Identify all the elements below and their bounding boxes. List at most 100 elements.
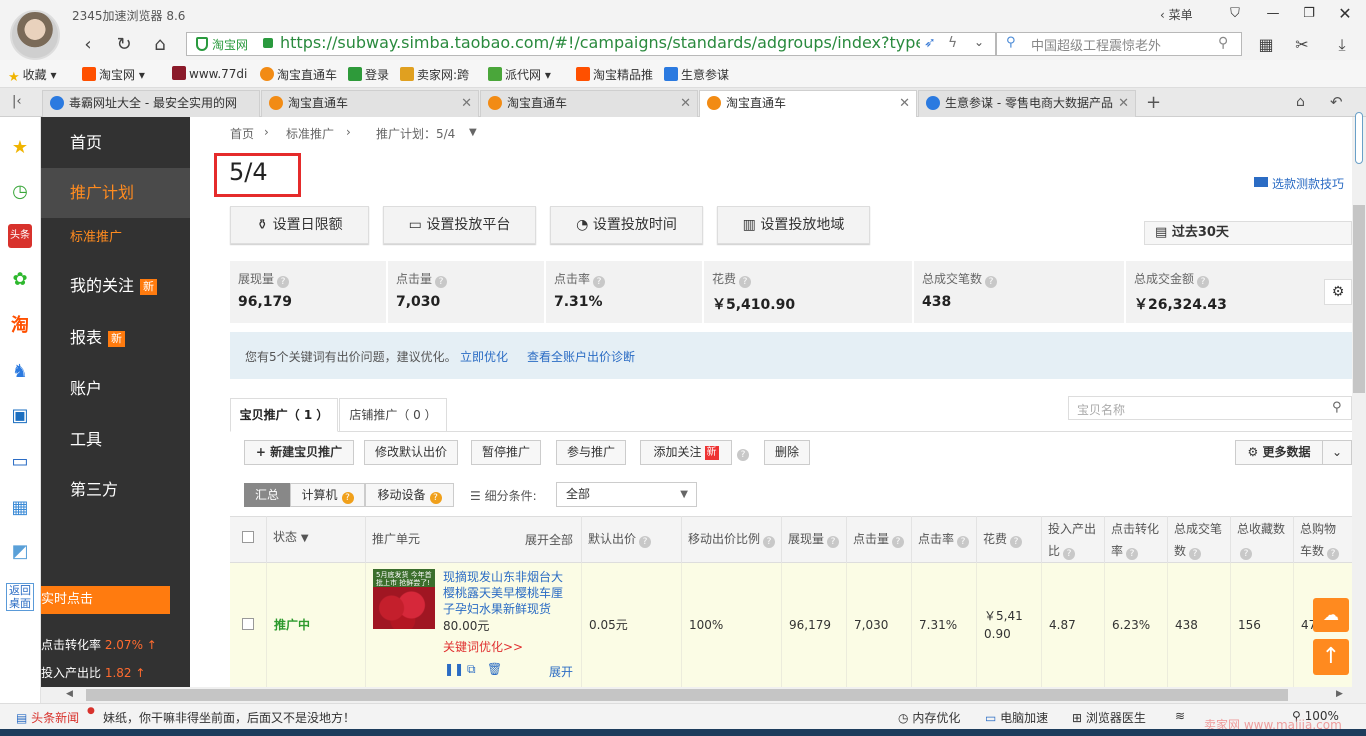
video-icon[interactable]: ▣ [8, 404, 32, 428]
breadcrumb-standard[interactable]: 标准推广 [286, 125, 334, 142]
bid-diagnosis-link[interactable]: 查看全账户出价诊断 [527, 348, 635, 365]
tab-ztc-2[interactable]: 淘宝直通车 ✕ [480, 90, 698, 117]
bookmark-taobao[interactable]: 淘宝网 ▾ [82, 66, 145, 83]
filter-select[interactable]: 全部 ▼ [556, 482, 697, 507]
column-status[interactable]: 状态 ▼ [266, 516, 365, 563]
search-icon[interactable]: ⚲ [1332, 400, 1342, 415]
bookmark-taobao-jp[interactable]: 淘宝精品推 [576, 66, 653, 83]
copy-icon[interactable]: ⧉ [467, 663, 479, 675]
join-button[interactable]: 参与推广 [556, 440, 626, 465]
tab-duba[interactable]: 毒霸网址大全 - 最安全实用的网 [42, 90, 260, 117]
column-cvr[interactable]: 点击转化率? [1104, 516, 1167, 563]
close-tab-icon[interactable]: ✕ [680, 91, 691, 116]
apps-icon[interactable]: ▦ [1254, 34, 1278, 56]
bookmark-ztc[interactable]: 淘宝直通车 [260, 66, 337, 83]
scroll-right-icon[interactable]: ▶ [1336, 689, 1343, 699]
help-icon[interactable]: ? [1197, 276, 1210, 288]
breadcrumb-campaign[interactable]: 推广计划：5/4 [376, 125, 455, 142]
select-all-checkbox[interactable] [242, 531, 254, 543]
user-avatar[interactable] [10, 10, 60, 60]
daily-budget-button[interactable]: ⚱ 设置日限额 [230, 206, 369, 244]
sidebar-item-standard[interactable]: 标准推广 [41, 218, 190, 258]
sidebar-item-home[interactable]: 首页 [41, 118, 190, 168]
item-search-input[interactable]: 宝贝名称 [1068, 396, 1352, 420]
row-checkbox[interactable] [242, 618, 254, 630]
tab-ztc-active[interactable]: 淘宝直通车 ✕ [699, 90, 917, 118]
expand-all-link[interactable]: 展开全部 [525, 531, 573, 548]
menu-button[interactable]: ‹ 菜单 [1160, 6, 1193, 23]
game-icon[interactable]: ♞ [8, 360, 32, 384]
column-orders[interactable]: 总成交笔数? [1167, 516, 1230, 563]
add-follow-button[interactable]: 添加关注新 [640, 440, 732, 465]
breadcrumb-home[interactable]: 首页 [230, 125, 254, 142]
filter-mobile[interactable]: 移动设备? [365, 483, 454, 507]
tab-list-icon[interactable]: ⌂ [1296, 94, 1305, 110]
search-submit-icon[interactable]: ⚲ [1218, 35, 1228, 51]
expand-link[interactable]: 展开 [549, 663, 573, 680]
help-icon[interactable]: ? [985, 276, 998, 288]
filter-computer[interactable]: 计算机? [290, 483, 365, 507]
date-range-select[interactable]: ▤ 过去30天 [1144, 221, 1352, 245]
column-ctr[interactable]: 点击率? [911, 516, 976, 563]
bookmark-sycm[interactable]: 生意参谋 [664, 66, 729, 83]
optimize-now-link[interactable]: 立即优化 [460, 348, 508, 365]
row-default-bid[interactable]: 0.05元 [581, 563, 681, 687]
close-tab-icon[interactable]: ✕ [461, 91, 472, 116]
history-clock-icon[interactable]: ◷ [8, 180, 32, 204]
home-icon[interactable]: ⌂ [148, 34, 172, 56]
caret-down-icon[interactable]: ▼ [469, 127, 477, 138]
column-cart[interactable]: 总购物车数? [1293, 516, 1352, 563]
download-manager-icon[interactable]: ≋ [1175, 709, 1185, 723]
back-to-desktop-button[interactable]: 返回 桌面 [6, 583, 34, 611]
toutiao-icon[interactable]: 头条 [8, 224, 32, 248]
chevron-down-icon[interactable]: ⌄ [974, 35, 984, 49]
product-thumbnail[interactable]: 5月底发货 今年首批上市 抢鲜尝了! [373, 569, 435, 629]
more-data-button[interactable]: ⚙ 更多数据 [1235, 440, 1323, 465]
refresh-icon[interactable]: ↻ [112, 34, 136, 56]
news-label[interactable]: ▤ 头条新闻 [16, 709, 79, 726]
new-item-promotion-button[interactable]: + 新建宝贝推广 [244, 440, 354, 465]
region-button[interactable]: ▥ 设置投放地域 [717, 206, 870, 244]
wechat-icon[interactable]: ✿ [8, 268, 32, 292]
page-title[interactable]: 5/4 [229, 158, 268, 186]
sidebar-item-campaign[interactable]: 推广计划 [41, 168, 190, 218]
delete-button[interactable]: 删除 [764, 440, 810, 465]
back-icon[interactable]: ‹ [76, 34, 100, 56]
sidebar-toggle-icon[interactable]: |‹ [12, 94, 22, 109]
gear-icon[interactable]: ⚙ [1324, 279, 1352, 305]
skin-icon[interactable]: ⛉ [1224, 4, 1246, 24]
url-text[interactable]: https://subway.simba.taobao.com/#!/campa… [280, 33, 920, 53]
back-to-top-icon[interactable]: ↑ [1313, 639, 1349, 675]
customer-service-icon[interactable]: ☁ [1313, 598, 1349, 632]
trash-icon[interactable]: 🗑 [487, 663, 502, 675]
undo-icon[interactable]: ↶ [1330, 93, 1343, 111]
edit-default-bid-button[interactable]: 修改默认出价 [364, 440, 458, 465]
vertical-scroll-thumb[interactable] [1353, 205, 1365, 393]
column-impressions[interactable]: 展现量? [781, 516, 846, 563]
pause-icon[interactable]: ❚❚ [444, 663, 464, 675]
help-icon[interactable]: ? [277, 276, 290, 288]
favorites-star-icon[interactable]: ★ [8, 136, 32, 160]
tab-shop-promotion[interactable]: 店铺推广（ 0 ） [339, 398, 447, 432]
tab-item-promotion[interactable]: 宝贝推广（ 1 ） [230, 398, 338, 432]
close-tab-icon[interactable]: ✕ [899, 91, 910, 116]
product-title-link[interactable]: 现摘现发山东非烟台大樱桃露天美早樱桃车厘子孕妇水果新鲜现货 [443, 569, 568, 617]
rocket-icon[interactable]: ➶ [924, 35, 936, 51]
column-cost[interactable]: 花费? [976, 516, 1041, 563]
column-default-bid[interactable]: 默认出价? [581, 516, 681, 563]
bookmark-favorites[interactable]: ★ 收藏 ▾ [8, 66, 57, 85]
memory-optimize-button[interactable]: ◷ 内存优化 [898, 709, 960, 726]
taobao-icon[interactable]: 淘 [8, 314, 32, 338]
minimize-icon[interactable]: — [1262, 4, 1284, 24]
column-roi[interactable]: 投入产出比? [1041, 516, 1104, 563]
sidebar-item-follow[interactable]: 我的关注新 [41, 261, 190, 311]
vertical-scrollbar[interactable] [1352, 117, 1366, 687]
sidebar-item-third-party[interactable]: 第三方 [41, 465, 190, 515]
keyword-optimize-link[interactable]: 关键词优化>> [443, 638, 523, 655]
column-favorites[interactable]: 总收藏数? [1230, 516, 1293, 563]
sidebar-item-tools[interactable]: 工具 [41, 415, 190, 465]
notebook-icon[interactable]: ◩ [8, 540, 32, 564]
platform-button[interactable]: ▭ 设置投放平台 [383, 206, 536, 244]
browser-doctor-button[interactable]: ⊞ 浏览器医生 [1072, 709, 1146, 726]
news-headline[interactable]: 妹纸，你干嘛非得坐前面，后面又不是没地方！ [103, 709, 355, 726]
